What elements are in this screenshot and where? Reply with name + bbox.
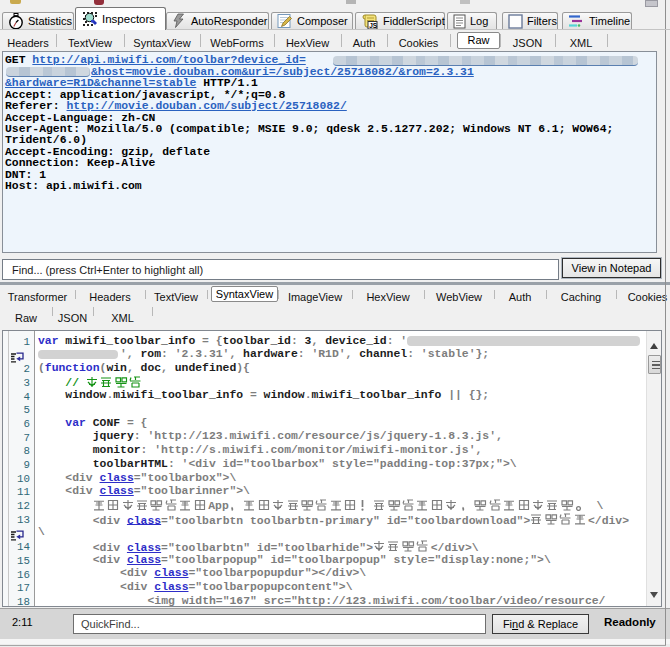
svg-text:JS: JS [369, 22, 378, 29]
